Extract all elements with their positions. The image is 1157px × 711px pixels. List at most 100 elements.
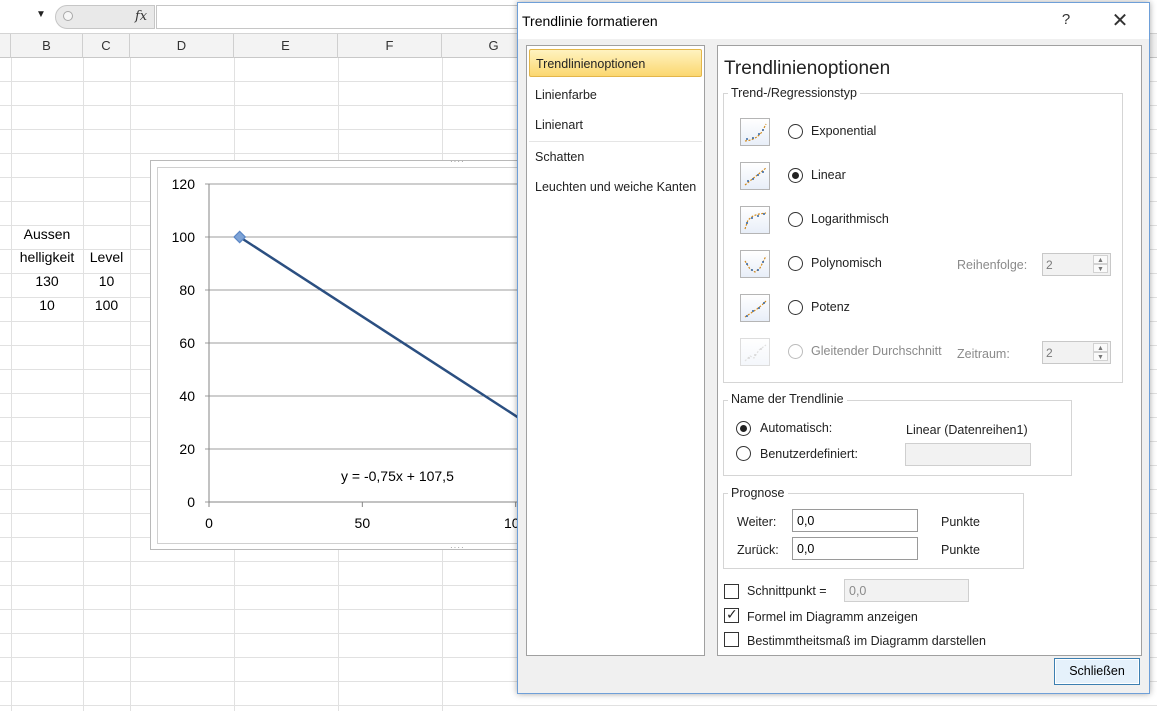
label-power[interactable]: Potenz	[811, 300, 850, 314]
trendline-name-group-label: Name der Trendlinie	[728, 392, 847, 406]
label-backward[interactable]: Zurück:	[737, 543, 779, 557]
label-polynomial[interactable]: Polynomisch	[811, 256, 882, 270]
row-gridline	[0, 705, 1157, 706]
radio-polynomial[interactable]	[788, 256, 803, 271]
column-header-b[interactable]: B	[11, 34, 83, 58]
close-icon[interactable]: ✕	[1108, 8, 1132, 33]
format-trendline-dialog: Trendlinie formatieren ? ✕ Trendlinienop…	[517, 2, 1150, 694]
dialog-titlebar[interactable]: Trendlinie formatieren ? ✕	[518, 3, 1149, 39]
dialog-title: Trendlinie formatieren	[522, 13, 658, 29]
nav-item-line-style[interactable]: Linienart	[529, 111, 702, 139]
x-tick-label: 50	[355, 515, 371, 531]
nav-item-glow-soft-edges[interactable]: Leuchten und weiche Kanten	[529, 173, 702, 201]
splitter-grip-icon[interactable]	[63, 11, 73, 21]
close-button[interactable]: Schließen	[1054, 658, 1140, 685]
name-box-dropdown-icon[interactable]: ▼	[36, 9, 46, 20]
trendline-equation-label: y = -0,75x + 107,5	[341, 468, 454, 484]
cell-b-row1[interactable]: 130	[11, 269, 83, 293]
content-heading: Trendlinienoptionen	[724, 58, 891, 79]
column-header-c[interactable]: C	[83, 34, 130, 58]
label-name-custom[interactable]: Benutzerdefiniert:	[760, 447, 858, 461]
regression-type-group	[723, 93, 1123, 383]
y-tick-label: 60	[179, 335, 195, 351]
chart-resize-handle-bottom[interactable]: ····	[450, 543, 465, 552]
forward-input[interactable]	[792, 509, 918, 532]
options-nav: Trendlinienoptionen Linienfarbe Linienar…	[526, 45, 705, 656]
cell-c-header[interactable]: Level	[83, 245, 130, 269]
label-linear[interactable]: Linear	[811, 168, 846, 182]
nav-divider	[529, 141, 702, 142]
order-value: 2	[1046, 258, 1053, 272]
regression-type-group-label: Trend-/Regressionstyp	[728, 86, 860, 100]
checkbox-show-r-squared[interactable]	[724, 632, 739, 647]
radio-moving-average[interactable]	[788, 344, 803, 359]
label-set-intercept[interactable]: Schnittpunkt =	[747, 584, 827, 598]
cell-b-header-line1[interactable]: Aussen	[11, 222, 83, 246]
spin-down-icon[interactable]: ▼	[1093, 264, 1108, 273]
period-value: 2	[1046, 346, 1053, 360]
radio-exponential[interactable]	[788, 124, 803, 139]
nav-item-shadow[interactable]: Schatten	[529, 143, 702, 171]
column-header-d[interactable]: D	[130, 34, 234, 58]
label-show-equation[interactable]: Formel im Diagramm anzeigen	[747, 610, 918, 624]
checkbox-set-intercept[interactable]	[724, 584, 739, 599]
column-header-e[interactable]: E	[234, 34, 338, 58]
period-spinner[interactable]: 2 ▲ ▼	[1042, 341, 1111, 364]
label-forward[interactable]: Weiter:	[737, 515, 776, 529]
radio-logarithmic[interactable]	[788, 212, 803, 227]
forward-unit: Punkte	[941, 515, 980, 529]
scatter-chart[interactable]: 02040608010012005010015y = -0,75x + 107,…	[157, 167, 517, 542]
cell-b-row2[interactable]: 10	[11, 293, 83, 317]
custom-name-input[interactable]	[905, 443, 1031, 466]
column-header-f[interactable]: F	[338, 34, 442, 58]
cell-b-header-line2[interactable]: helligkeit	[11, 245, 83, 269]
label-exponential[interactable]: Exponential	[811, 124, 876, 138]
y-tick-label: 40	[179, 388, 195, 404]
radio-name-custom[interactable]	[736, 446, 751, 461]
label-show-r-squared[interactable]: Bestimmtheitsmaß im Diagramm darstellen	[747, 634, 986, 648]
nav-item-line-color[interactable]: Linienfarbe	[529, 81, 702, 109]
backward-input[interactable]	[792, 537, 918, 560]
x-tick-label: 0	[205, 515, 213, 531]
label-name-automatic[interactable]: Automatisch:	[760, 421, 832, 435]
y-tick-label: 120	[172, 176, 196, 192]
x-tick-label: 100	[504, 515, 517, 531]
forecast-group-label: Prognose	[728, 486, 788, 500]
label-logarithmic[interactable]: Logarithmisch	[811, 212, 889, 226]
chart-resize-handle-top[interactable]: ····	[450, 157, 465, 166]
radio-power[interactable]	[788, 300, 803, 315]
nav-item-trendline-options[interactable]: Trendlinienoptionen	[529, 49, 702, 77]
spin-up-icon[interactable]: ▲	[1093, 255, 1108, 264]
label-period: Zeitraum:	[957, 347, 1010, 361]
column-gridline	[130, 58, 131, 711]
y-tick-label: 80	[179, 282, 195, 298]
spin-down-icon[interactable]: ▼	[1093, 352, 1108, 361]
radio-name-automatic[interactable]	[736, 421, 751, 436]
intercept-input[interactable]	[844, 579, 969, 602]
power-trend-icon	[740, 294, 770, 322]
radio-linear[interactable]	[788, 168, 803, 183]
column-header-a[interactable]	[0, 34, 11, 58]
column-gridline	[11, 58, 12, 711]
insert-function-icon[interactable]: fx	[135, 9, 147, 24]
y-tick-label: 100	[172, 229, 196, 245]
label-moving-average[interactable]: Gleitender Durchschnitt	[811, 344, 942, 358]
automatic-name-value: Linear (Datenreihen1)	[906, 423, 1028, 437]
cell-c-row2[interactable]: 100	[83, 293, 130, 317]
label-order: Reihenfolge:	[957, 258, 1028, 272]
trendline	[238, 235, 517, 419]
exponential-trend-icon	[740, 118, 770, 146]
moving-average-trend-icon	[740, 338, 770, 366]
formula-input[interactable]	[156, 5, 556, 29]
logarithmic-trend-icon	[740, 206, 770, 234]
period-spinner-buttons: ▲ ▼	[1093, 343, 1108, 362]
y-tick-label: 0	[187, 494, 195, 510]
y-tick-label: 20	[179, 441, 195, 457]
help-icon[interactable]: ?	[1056, 11, 1076, 28]
column-gridline	[83, 58, 84, 711]
order-spinner[interactable]: 2 ▲ ▼	[1042, 253, 1111, 276]
cell-c-row1[interactable]: 10	[83, 269, 130, 293]
spin-up-icon[interactable]: ▲	[1093, 343, 1108, 352]
backward-unit: Punkte	[941, 543, 980, 557]
checkbox-show-equation[interactable]: ✓	[724, 606, 739, 623]
